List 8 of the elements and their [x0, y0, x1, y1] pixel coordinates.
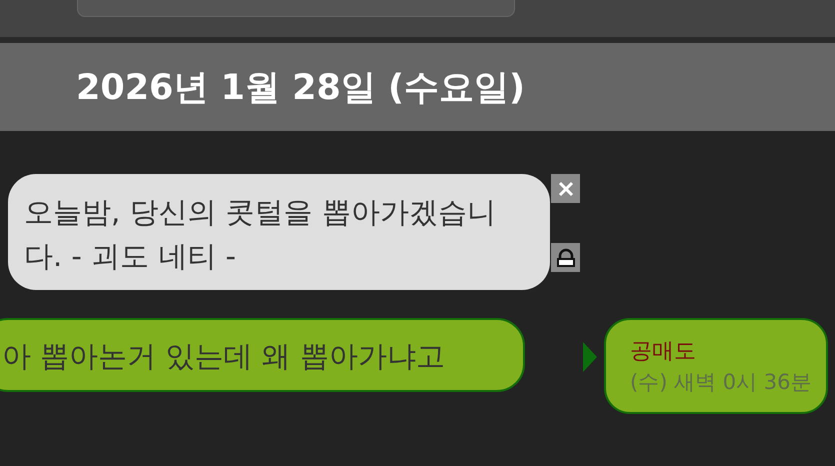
sender-name: 공매도	[630, 338, 697, 366]
lock-icon[interactable]	[551, 243, 580, 272]
message-time: (수) 새벽 0시 36분	[630, 369, 812, 396]
date-header: 2026년 1월 28일 (수요일)	[76, 66, 526, 110]
message-bubble: 오늘밤, 당신의 콧털을 뽑아가겠습니다. - 괴도 네티 -	[8, 174, 550, 290]
triangle-icon	[583, 342, 597, 372]
close-icon[interactable]	[551, 174, 580, 203]
message-bubble: 아 뽑아논거 있는데 왜 뽑아가냐고	[0, 318, 525, 392]
